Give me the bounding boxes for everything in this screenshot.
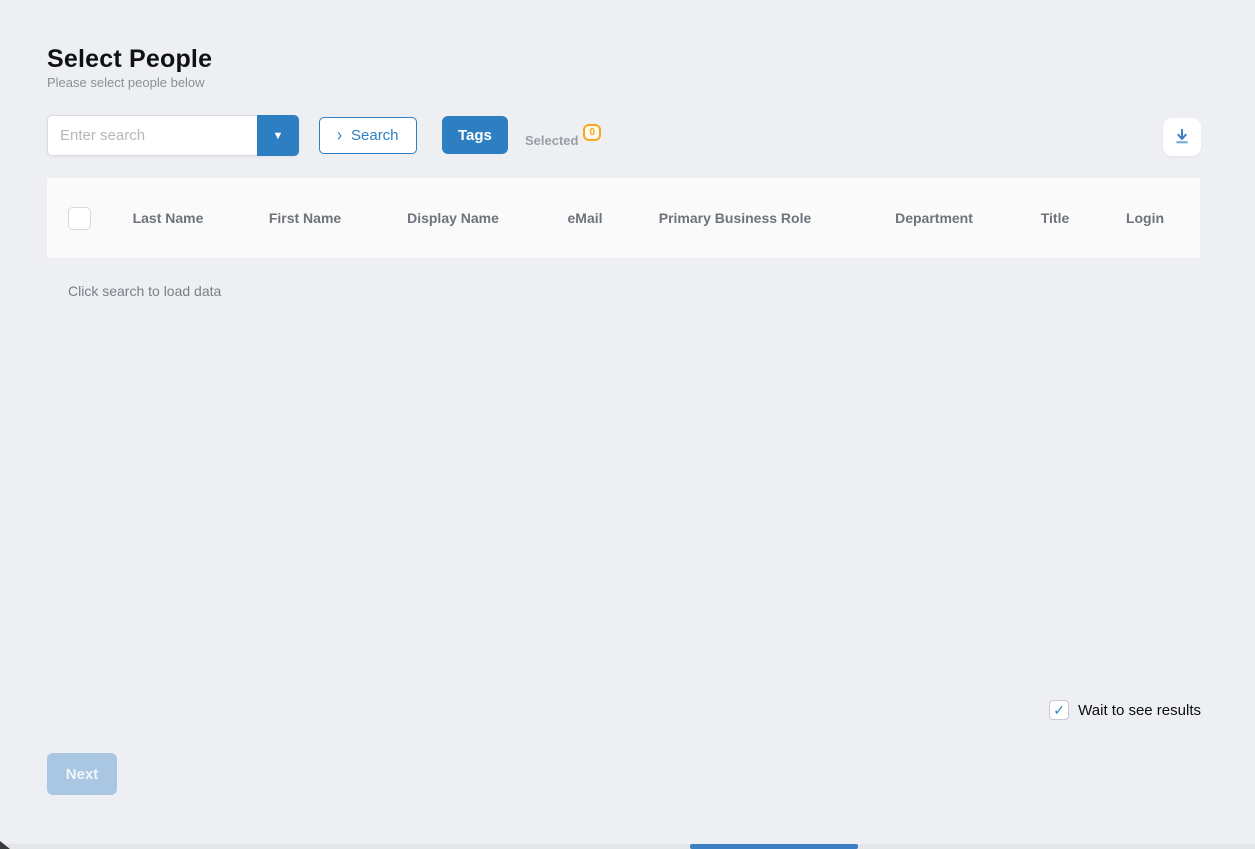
tags-button[interactable]: Tags <box>442 116 508 154</box>
select-all-checkbox[interactable] <box>68 207 91 230</box>
empty-state-message: Click search to load data <box>68 283 221 299</box>
selected-counter: Selected 0 <box>525 124 601 148</box>
search-group: ▼ <box>47 115 299 156</box>
table-header-row: Last Name First Name Display Name eMail Prim… <box>47 178 1200 259</box>
wait-to-see-results-control[interactable]: ✓ Wait to see results <box>1049 700 1201 720</box>
column-header-primary-business-role: Primary Business Role <box>659 210 812 226</box>
selected-label: Selected <box>525 133 578 148</box>
selected-count-badge: 0 <box>583 124 601 141</box>
search-input[interactable] <box>47 115 257 156</box>
column-header-department: Department <box>895 210 973 226</box>
download-button[interactable] <box>1163 118 1201 156</box>
page-title: Select People <box>47 45 212 74</box>
column-header-first-name: First Name <box>269 210 341 226</box>
wait-to-see-results-checkbox[interactable]: ✓ <box>1049 700 1069 720</box>
page-subtitle: Please select people below <box>47 75 205 90</box>
column-header-last-name: Last Name <box>133 210 204 226</box>
chevron-right-icon: › <box>337 125 342 146</box>
horizontal-scrollbar-track <box>0 844 1255 849</box>
column-header-display-name: Display Name <box>407 210 499 226</box>
next-button[interactable]: Next <box>47 753 117 795</box>
horizontal-scrollbar-thumb[interactable] <box>690 844 858 849</box>
column-header-login: Login <box>1126 210 1164 226</box>
download-icon <box>1172 126 1192 149</box>
search-button-label: Search <box>351 127 399 144</box>
column-header-title: Title <box>1041 210 1070 226</box>
search-button[interactable]: › Search <box>319 117 417 154</box>
search-options-dropdown-button[interactable]: ▼ <box>257 115 299 156</box>
chevron-down-icon: ▼ <box>273 130 284 142</box>
select-people-page: Select People Please select people below… <box>0 0 1255 849</box>
checkmark-icon: ✓ <box>1053 703 1065 717</box>
cursor-artifact <box>0 841 10 849</box>
wait-to-see-results-label: Wait to see results <box>1078 702 1201 719</box>
column-header-email: eMail <box>567 210 602 226</box>
